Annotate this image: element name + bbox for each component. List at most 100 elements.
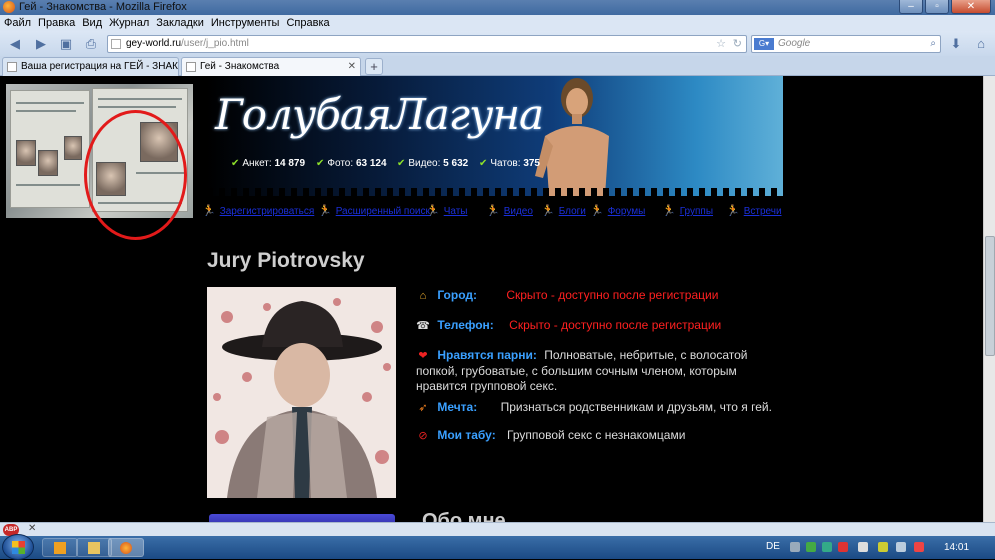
new-tab-button[interactable]: + (365, 58, 383, 75)
search-input[interactable]: G▾ Google ⌕ (751, 35, 941, 53)
site-navigation: 🏃 Зарегистрироваться 🏃 Расширенный поиск 🏃… (200, 200, 800, 218)
poster-face (38, 150, 58, 176)
house-icon: ⌂ (419, 290, 427, 302)
nav-blogs[interactable]: 🏃 Блоги (541, 204, 586, 217)
site-logo[interactable]: ГолубаяЛагуна (215, 90, 544, 139)
nav-forums[interactable]: 🏃 Форумы (590, 204, 645, 217)
taboo-row: ⊘ Мои табу: Групповой секс с незнакомцам… (416, 428, 685, 442)
profile-action-button[interactable] (209, 514, 395, 522)
city-label: Город: (437, 288, 477, 302)
tray-network-icon[interactable] (878, 542, 888, 552)
url-path: /user/j_pio.html (181, 38, 249, 49)
navigation-toolbar: ◀ ▶ ▣ ⎙ gey-world.ru/user/j_pio.html ☆ ↻… (0, 31, 995, 56)
stat-photos: ✔ Фото: 63 124 (316, 158, 387, 169)
volume-icon[interactable] (896, 542, 906, 552)
nav-groups[interactable]: 🏃 Группы (662, 204, 713, 217)
city-value: Скрыто - доступно после регистрации (506, 288, 719, 302)
search-icon[interactable]: ⌕ (930, 36, 936, 52)
menu-view[interactable]: Вид (82, 15, 102, 31)
close-addon-bar-icon[interactable]: ✕ (28, 523, 36, 534)
firefox-icon (3, 1, 15, 13)
stat-profiles: ✔ Анкет: 14 879 (231, 158, 306, 169)
menu-edit[interactable]: Правка (38, 15, 75, 31)
forward-arrow-icon[interactable]: ▶ (32, 35, 50, 52)
menu-help[interactable]: Справка (286, 15, 329, 31)
profile-photo[interactable] (207, 287, 396, 498)
menu-bar: Файл Правка Вид Журнал Закладки Инструме… (0, 15, 995, 31)
page-scrollbar[interactable] (983, 76, 995, 522)
windows-logo-icon (12, 541, 25, 554)
taskbar-firefox[interactable] (108, 538, 144, 557)
tray-flag-icon[interactable] (858, 542, 868, 552)
language-indicator[interactable]: DE (766, 541, 780, 552)
phone-row: ☎ Телефон: Скрыто - доступно после регис… (416, 318, 721, 332)
menu-file[interactable]: Файл (4, 15, 31, 31)
stat-chats: ✔ Чатов: 375 (479, 158, 540, 169)
about-heading: Обо мне (422, 510, 506, 522)
window-title: Гей - Знакомства - Mozilla Firefox (19, 1, 187, 13)
taboo-value: Групповой секс с незнакомцами (507, 428, 686, 442)
menu-history[interactable]: Журнал (109, 15, 149, 31)
nav-video[interactable]: 🏃 Видео (486, 204, 533, 217)
dream-row: ➶ Мечта: Признаться родственникам и друз… (416, 400, 772, 414)
scrollbar-thumb[interactable] (985, 236, 995, 356)
url-host: gey-world.ru (126, 38, 182, 49)
taboo-label: Мои табу: (437, 428, 496, 442)
phone-icon: ☎ (416, 320, 430, 332)
tab-favicon-icon (186, 62, 196, 72)
tab-label: Ваша регистрация на ГЕЙ - ЗНАКО... (21, 61, 179, 72)
nav-advanced-search[interactable]: 🏃 Расширенный поиск (318, 204, 430, 217)
reload-icon[interactable]: ↻ (733, 36, 742, 52)
red-highlight-circle (84, 110, 187, 240)
runner-icon: 🏃 (318, 205, 332, 217)
print-icon[interactable]: ⎙ (82, 35, 100, 52)
checkmark-icon: ✔ (479, 158, 488, 169)
home-icon[interactable]: ⌂ (972, 35, 990, 52)
taskbar-explorer[interactable] (76, 538, 112, 557)
back-arrow-icon[interactable]: ◀ (6, 35, 24, 52)
window-controls: – ▫ ✕ (899, 0, 991, 15)
dream-icon: ➶ (418, 402, 428, 414)
page-content: ГолубаяЛагуна ✔ Анкет: 14 879 ✔ Фото: 63 1… (0, 76, 995, 522)
poster-face (16, 140, 36, 166)
runner-icon: 🏃 (426, 205, 440, 217)
bookmark-star-icon[interactable]: ☆ (716, 36, 726, 52)
close-tab-icon[interactable]: ✕ (348, 58, 356, 76)
addon-bar: ABP ✕ (0, 522, 995, 536)
tray-alert-icon[interactable] (914, 542, 924, 552)
maximize-button[interactable]: ▫ (925, 0, 949, 14)
tray-keyboard-icon[interactable] (790, 542, 800, 552)
download-icon[interactable]: ⬇ (947, 35, 965, 52)
runner-icon: 🏃 (662, 205, 676, 217)
likes-row: ❤ Нравятся парни: Полноватые, небритые, … (416, 348, 766, 394)
tab-gay-dating[interactable]: Гей - Знакомства ✕ (181, 57, 361, 76)
tab-registration[interactable]: Ваша регистрация на ГЕЙ - ЗНАКО... (2, 57, 179, 76)
url-bar[interactable]: gey-world.ru/user/j_pio.html ☆ ↻ (107, 35, 747, 53)
system-tray: DE 14:01 (760, 536, 995, 559)
poster-face (64, 136, 82, 160)
tab-favicon-icon (7, 62, 17, 72)
minimize-button[interactable]: – (899, 0, 923, 14)
google-engine-icon[interactable]: G▾ (754, 38, 774, 50)
start-button[interactable] (2, 534, 34, 560)
tray-skype-icon[interactable] (806, 542, 816, 552)
menu-tools[interactable]: Инструменты (211, 15, 280, 31)
tray-status-icon[interactable] (822, 542, 832, 552)
profile-name: Jury Piotrovsky (207, 249, 365, 272)
phone-value: Скрыто - доступно после регистрации (509, 318, 722, 332)
folder-icon (88, 542, 100, 554)
taskbar-media-player[interactable] (42, 538, 78, 557)
close-window-button[interactable]: ✕ (951, 0, 991, 14)
site-banner[interactable]: ГолубаяЛагуна ✔ Анкет: 14 879 ✔ Фото: 63 1… (207, 76, 783, 196)
runner-icon: 🏃 (726, 205, 740, 217)
nav-register[interactable]: 🏃 Зарегистрироваться (202, 204, 314, 217)
nav-chats[interactable]: 🏃 Чаты (426, 204, 467, 217)
search-placeholder: Google (778, 38, 811, 49)
bookmark-manager-icon[interactable]: ▣ (57, 35, 75, 52)
tab-bar: Ваша регистрация на ГЕЙ - ЗНАКО... Гей -… (0, 56, 995, 76)
nav-meetings[interactable]: 🏃 Встречи (726, 204, 782, 217)
clock[interactable]: 14:01 (944, 542, 969, 553)
tray-antivirus-icon[interactable] (838, 542, 848, 552)
menu-bookmarks[interactable]: Закладки (156, 15, 204, 31)
tab-label: Гей - Знакомства (200, 61, 280, 72)
